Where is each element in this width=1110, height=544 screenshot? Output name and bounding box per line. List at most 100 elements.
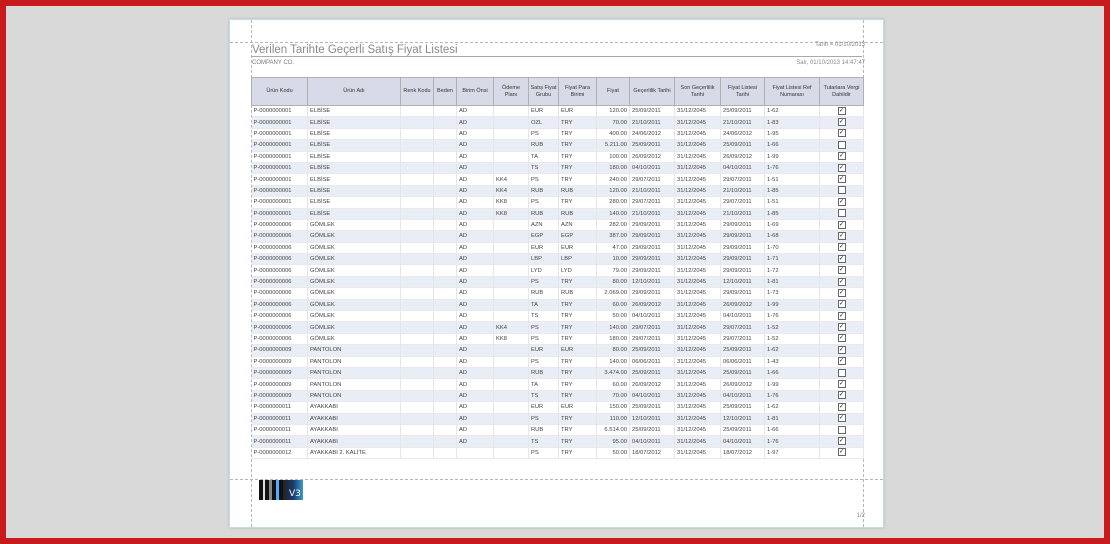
cell-unit: AD: [456, 116, 494, 129]
cell-currency: LYD: [558, 264, 597, 277]
logo-text: V3: [289, 489, 301, 499]
cell-currency: EUR: [558, 401, 597, 414]
table-row: P-0000000006 GÖMLEK AD EGP EGP 387.00 29/09/20…: [251, 230, 864, 243]
cell-valid-end: 31/12/2045: [674, 287, 721, 300]
column-header: Fiyat Listesi Tarihi: [720, 77, 765, 106]
cell-size: [433, 299, 457, 312]
checked-checkbox-icon: ✓: [837, 357, 846, 366]
cell-name: AYAKKABI: [307, 413, 401, 425]
cell-list-date: 25/09/2011: [720, 367, 765, 380]
cell-color: [400, 447, 434, 460]
cell-color: [400, 333, 434, 346]
cell-valid: 21/10/2011: [629, 185, 675, 198]
cell-valid: 29/09/2011: [629, 253, 675, 266]
cell-ref: 1-97: [764, 447, 820, 460]
table-row: P-0000000001 ELBİSE AD KK4 PS TRY 240.00 29/07/…: [251, 173, 864, 186]
cell-code: P-0000000009: [251, 390, 308, 403]
table-row: P-0000000012 AYAKKABI 2. KALİTE PS TRY 50.00…: [251, 447, 864, 460]
cell-ref: 1-99: [764, 151, 820, 163]
column-header: Ödeme Planı: [493, 77, 529, 106]
cell-valid-end: 31/12/2045: [674, 105, 721, 118]
checked-checkbox-icon: ✓: [837, 197, 846, 206]
cell-valid-end: 31/12/2045: [674, 242, 721, 255]
cell-currency: TRY: [558, 310, 597, 323]
cell-color: [400, 185, 434, 198]
cell-name: ELBİSE: [307, 162, 401, 175]
cell-valid: 29/07/2011: [629, 321, 675, 334]
cell-name: GÖMLEK: [307, 287, 401, 300]
checked-checkbox-icon: ✓: [837, 345, 846, 354]
checked-checkbox-icon: ✓: [837, 300, 846, 309]
cell-plan: [493, 390, 529, 403]
cell-price: 60.00: [596, 299, 630, 312]
cell-code: P-0000000001: [251, 208, 308, 220]
cell-plan: KK4: [493, 185, 529, 198]
cell-currency: EUR: [558, 344, 597, 357]
cell-currency: TRY: [558, 435, 597, 448]
cell-code: P-0000000006: [251, 253, 308, 266]
checked-checkbox-icon: ✓: [837, 448, 846, 457]
table-row: P-0000000001 ELBİSE AD RUB TRY 5.211.00 25/09/…: [251, 139, 864, 152]
cell-valid: 25/09/2011: [629, 344, 675, 357]
cell-valid: 25/09/2011: [629, 139, 675, 152]
cell-name: ELBİSE: [307, 185, 401, 198]
cell-group: LBP: [528, 253, 559, 266]
cell-valid-end: 31/12/2045: [674, 196, 721, 209]
cell-valid-end: 31/12/2045: [674, 162, 721, 175]
cell-code: P-0000000011: [251, 401, 308, 414]
cell-name: GÖMLEK: [307, 230, 401, 243]
cell-size: [433, 378, 457, 391]
cell-currency: TRY: [558, 390, 597, 403]
cell-unit: AD: [456, 253, 494, 266]
cell-price: 80.00: [596, 344, 630, 357]
cell-valid-end: 31/12/2045: [674, 151, 721, 163]
checked-checkbox-icon: ✓: [837, 129, 846, 138]
cell-price: 50.00: [596, 310, 630, 323]
cell-price: 120.00: [596, 185, 630, 198]
cell-size: [433, 356, 457, 369]
cell-list-date: 24/06/2012: [720, 128, 765, 141]
cell-tax-included: ✓: [819, 105, 864, 118]
cell-size: [433, 139, 457, 152]
cell-tax-included: ✓: [819, 162, 864, 175]
cell-list-date: 29/07/2011: [720, 333, 765, 346]
cell-size: [433, 208, 457, 220]
cell-color: [400, 162, 434, 175]
table-row: P-0000000001 ELBİSE AD PS TRY 400.00 24/06/201…: [251, 128, 864, 141]
cell-tax-included: ✓: [819, 321, 864, 334]
unchecked-checkbox-icon: [837, 368, 846, 377]
cell-name: AYAKKABI: [307, 401, 401, 414]
cell-group: OZL: [528, 116, 559, 129]
cell-valid-end: 31/12/2045: [674, 378, 721, 391]
cell-currency: AZN: [558, 219, 597, 232]
cell-list-date: 26/09/2012: [720, 378, 765, 391]
cell-tax-included: ✓: [819, 310, 864, 323]
cell-list-date: 25/09/2011: [720, 105, 765, 118]
checked-checkbox-icon: ✓: [837, 231, 846, 240]
cell-valid: 29/09/2011: [629, 287, 675, 300]
cell-unit: AD: [456, 435, 494, 448]
cell-size: [433, 230, 457, 243]
cell-group: PS: [528, 321, 559, 334]
cell-price: 50.00: [596, 447, 630, 460]
cell-valid-end: 31/12/2045: [674, 116, 721, 129]
v3-logo: V3: [259, 480, 303, 500]
cell-color: [400, 310, 434, 323]
checked-checkbox-icon: ✓: [837, 334, 846, 343]
cell-ref: 1-81: [764, 276, 820, 289]
cell-valid: 04/10/2011: [629, 435, 675, 448]
cell-tax-included: ✓: [819, 299, 864, 312]
column-header: Ürün Adı: [307, 77, 401, 106]
cell-valid: 29/07/2011: [629, 196, 675, 209]
checked-checkbox-icon: ✓: [837, 402, 846, 411]
cell-unit: AD: [456, 424, 494, 437]
table-row: P-0000000001 ELBİSE AD KK8 PS TRY 280.00 29/07/…: [251, 196, 864, 209]
cell-list-date: 04/10/2011: [720, 310, 765, 323]
cell-code: P-0000000006: [251, 287, 308, 300]
cell-tax-included: ✓: [819, 413, 864, 425]
cell-unit: AD: [456, 264, 494, 277]
cell-tax-included: [819, 139, 864, 152]
cell-price: 5.211.00: [596, 139, 630, 152]
cell-currency: TRY: [558, 378, 597, 391]
checked-checkbox-icon: ✓: [837, 436, 846, 445]
